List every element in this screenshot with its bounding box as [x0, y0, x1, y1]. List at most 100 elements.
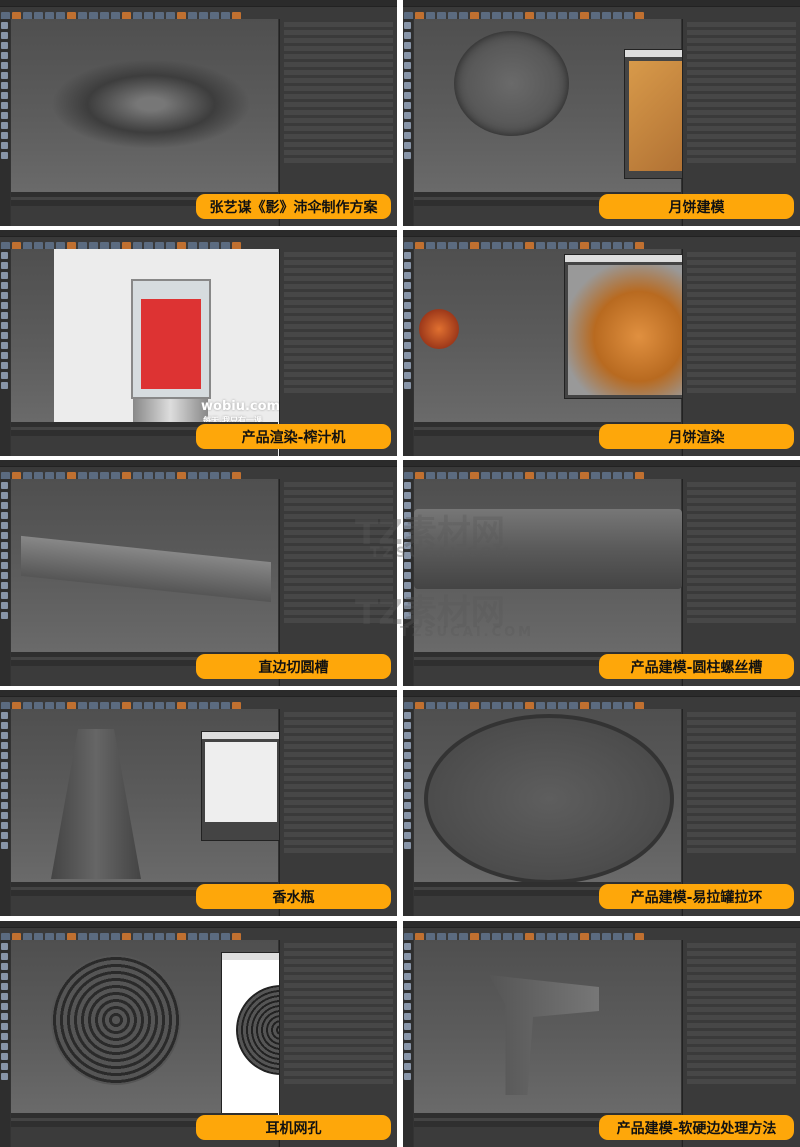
tool-icon[interactable] — [1, 592, 8, 599]
attribute-row[interactable] — [284, 712, 393, 717]
attribute-row[interactable] — [284, 324, 393, 329]
attribute-row[interactable] — [284, 744, 393, 749]
attribute-row[interactable] — [687, 578, 796, 583]
tool-icon[interactable] — [1, 582, 8, 589]
attribute-row[interactable] — [687, 260, 796, 265]
attribute-row[interactable] — [284, 991, 393, 996]
menu-bar[interactable] — [0, 460, 397, 467]
tool-icon[interactable] — [1, 722, 8, 729]
attribute-row[interactable] — [687, 22, 796, 27]
attribute-row[interactable] — [687, 768, 796, 773]
attribute-row[interactable] — [687, 102, 796, 107]
attribute-row[interactable] — [687, 324, 796, 329]
tool-icon[interactable] — [1, 152, 8, 159]
tool-icon[interactable] — [404, 1053, 411, 1060]
tool-icon[interactable] — [1, 352, 8, 359]
attribute-row[interactable] — [687, 252, 796, 257]
attribute-row[interactable] — [687, 967, 796, 972]
attribute-row[interactable] — [284, 356, 393, 361]
tool-icon[interactable] — [1, 522, 8, 529]
attribute-row[interactable] — [687, 292, 796, 297]
attribute-row[interactable] — [687, 158, 796, 163]
tool-icon[interactable] — [404, 302, 411, 309]
tile-can-pull-tab[interactable]: 产品建模-易拉罐拉环 — [403, 690, 800, 916]
attribute-row[interactable] — [284, 951, 393, 956]
attribute-row[interactable] — [284, 284, 393, 289]
tool-icon[interactable] — [1, 552, 8, 559]
tool-icon[interactable] — [404, 342, 411, 349]
attribute-row[interactable] — [687, 760, 796, 765]
attribute-row[interactable] — [284, 1015, 393, 1020]
tool-icon[interactable] — [404, 122, 411, 129]
tool-icon[interactable] — [404, 983, 411, 990]
attribute-row[interactable] — [284, 62, 393, 67]
3d-viewport[interactable] — [11, 479, 278, 652]
attribute-row[interactable] — [687, 150, 796, 155]
tool-icon[interactable] — [1, 142, 8, 149]
tool-icon[interactable] — [1, 62, 8, 69]
tool-icon[interactable] — [404, 562, 411, 569]
tool-icon[interactable] — [1, 342, 8, 349]
attribute-row[interactable] — [687, 1031, 796, 1036]
tool-icon[interactable] — [404, 42, 411, 49]
attribute-row[interactable] — [687, 959, 796, 964]
menu-bar[interactable] — [403, 0, 800, 7]
attribute-row[interactable] — [687, 1063, 796, 1068]
tool-icon[interactable] — [404, 1023, 411, 1030]
tool-icon[interactable] — [1, 32, 8, 39]
attribute-row[interactable] — [284, 848, 393, 853]
3d-viewport[interactable] — [11, 940, 341, 1132]
attribute-row[interactable] — [687, 46, 796, 51]
attribute-row[interactable] — [284, 388, 393, 393]
attribute-row[interactable] — [687, 70, 796, 75]
3d-viewport[interactable] — [414, 19, 759, 192]
tool-icon[interactable] — [1, 772, 8, 779]
attribute-row[interactable] — [284, 943, 393, 948]
attribute-row[interactable] — [284, 268, 393, 273]
attribute-row[interactable] — [687, 570, 796, 575]
attribute-row[interactable] — [284, 578, 393, 583]
tool-icon[interactable] — [404, 62, 411, 69]
tool-icon[interactable] — [1, 742, 8, 749]
attribute-row[interactable] — [687, 54, 796, 59]
menu-bar[interactable] — [0, 230, 397, 237]
tool-icon[interactable] — [1, 1063, 8, 1070]
attribute-row[interactable] — [687, 340, 796, 345]
tool-icon[interactable] — [1, 1033, 8, 1040]
attribute-row[interactable] — [687, 1047, 796, 1052]
tool-icon[interactable] — [1, 973, 8, 980]
attribute-row[interactable] — [687, 506, 796, 511]
3d-viewport[interactable] — [414, 940, 681, 1113]
tile-perfume-bottle[interactable]: 香水瓶 — [0, 690, 397, 916]
attribute-row[interactable] — [687, 316, 796, 321]
tool-icon[interactable] — [404, 1013, 411, 1020]
tool-icon[interactable] — [1, 1073, 8, 1080]
attribute-row[interactable] — [284, 372, 393, 377]
tool-icon[interactable] — [1, 993, 8, 1000]
attribute-row[interactable] — [284, 784, 393, 789]
attribute-row[interactable] — [687, 38, 796, 43]
3d-viewport[interactable]: wobiu.com 每天,我只有一课 — [11, 249, 284, 456]
tool-icon[interactable] — [404, 963, 411, 970]
tool-icon[interactable] — [404, 822, 411, 829]
tool-icon[interactable] — [404, 1033, 411, 1040]
tool-icon[interactable] — [404, 32, 411, 39]
tool-icon[interactable] — [1, 1003, 8, 1010]
tool-icon[interactable] — [404, 92, 411, 99]
tool-icon[interactable] — [1, 22, 8, 29]
attribute-row[interactable] — [284, 1079, 393, 1084]
menu-bar[interactable] — [403, 690, 800, 697]
tool-icon[interactable] — [1, 52, 8, 59]
tool-icon[interactable] — [404, 812, 411, 819]
tool-icon[interactable] — [404, 262, 411, 269]
attribute-row[interactable] — [687, 110, 796, 115]
attribute-row[interactable] — [687, 840, 796, 845]
tool-icon[interactable] — [1, 482, 8, 489]
attribute-row[interactable] — [284, 78, 393, 83]
tool-icon[interactable] — [404, 993, 411, 1000]
tool-icon[interactable] — [1, 842, 8, 849]
attribute-row[interactable] — [687, 142, 796, 147]
attribute-row[interactable] — [687, 586, 796, 591]
attribute-row[interactable] — [284, 158, 393, 163]
tool-icon[interactable] — [1, 82, 8, 89]
